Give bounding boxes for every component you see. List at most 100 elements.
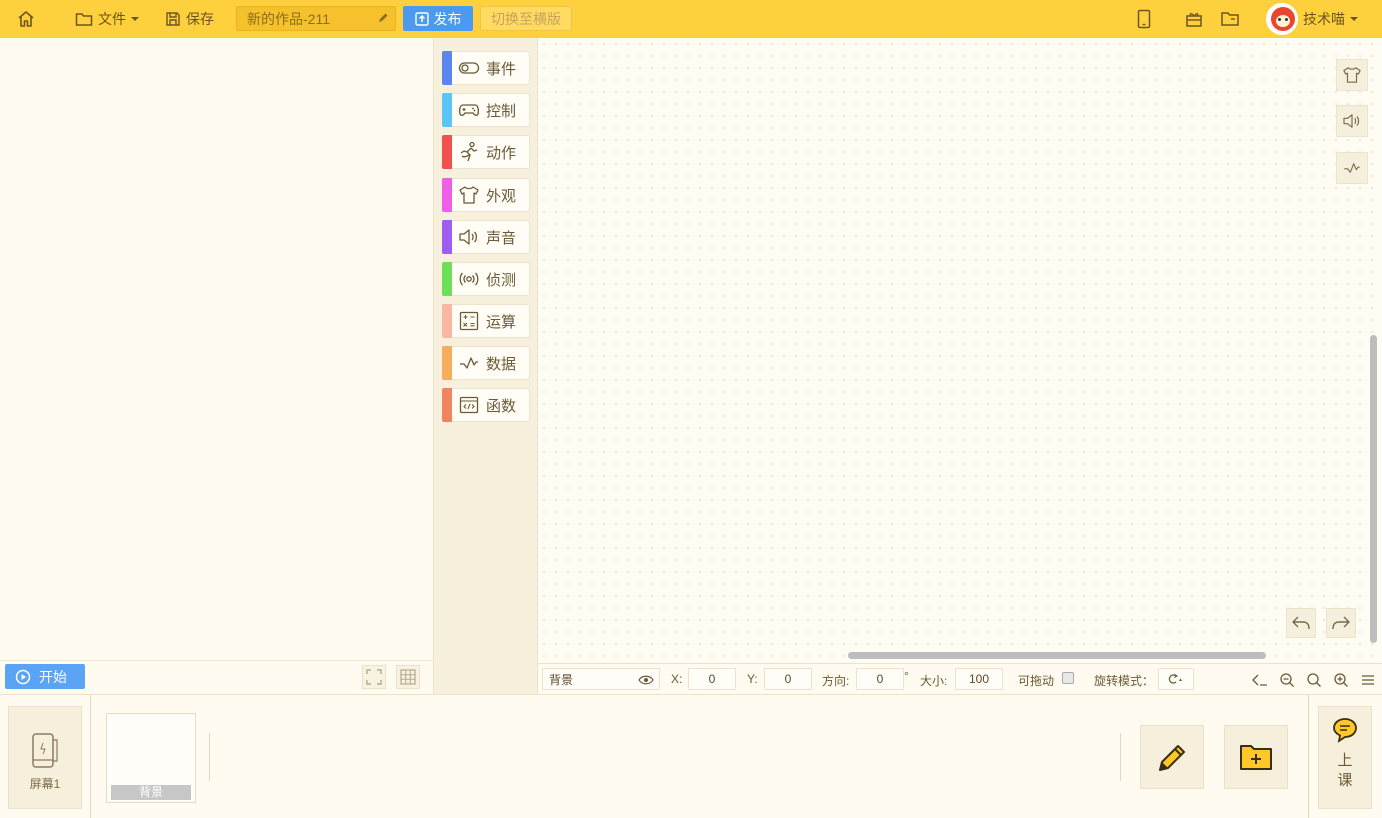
y-input[interactable]: 0 [764,668,812,690]
x-value: 0 [708,672,716,686]
stage-controls: 开始 [0,660,433,694]
category-looks[interactable]: 外观 [442,178,530,212]
redo-button[interactable] [1326,608,1356,638]
screen-card[interactable]: 屏幕1 [8,706,82,809]
divider [1120,733,1121,781]
category-color-bar [442,135,452,169]
collapse-panel-button[interactable] [1250,670,1270,690]
folder-icon [75,13,93,26]
upload-icon [414,11,429,26]
function-icon [458,394,480,416]
data-tab-button[interactable] [1336,152,1368,184]
paint-sprite-button[interactable] [1140,725,1204,789]
redo-icon [1332,616,1350,630]
rotation-mode-label: 旋转模式： [1094,674,1155,688]
caret-down-icon [131,17,139,21]
x-input[interactable]: 0 [688,668,736,690]
sprite-card-background[interactable]: 背景 [106,713,196,803]
draggable-label: 可拖动 [1018,674,1055,688]
phone-icon [32,733,58,768]
category-color-bar [442,51,452,85]
category-data[interactable]: 数据 [442,346,530,380]
file-menu-button[interactable]: 文件 [75,0,139,38]
category-events[interactable]: 事件 [442,51,530,85]
add-sprite-button[interactable] [1224,725,1288,789]
code-workspace[interactable] [538,38,1382,663]
switch-orientation-button[interactable]: 切换至横版 [480,6,572,31]
file-menu-label: 文件 [98,11,126,27]
direction-input[interactable]: 0 [856,668,904,690]
zoom-reset-button[interactable] [1304,670,1324,690]
search-icon [1307,673,1321,687]
sprite-property-bar: 背景 X: 0 Y: 0 方向: 0 ° 大小: 100 可拖动 旋转模式： [538,663,1382,694]
data-icon [1344,163,1360,173]
folder-open-icon [1221,12,1239,26]
category-label: 控制 [486,102,517,120]
category-operators[interactable]: 运算 [442,304,530,338]
horizontal-scrollbar[interactable] [848,652,1266,659]
category-label: 侦测 [486,271,517,289]
folder-add-icon [1240,745,1272,770]
zoom-out-button[interactable] [1277,670,1297,690]
play-icon [15,669,31,684]
draggable-checkbox[interactable] [1062,672,1074,684]
fullscreen-button[interactable] [362,665,386,689]
publish-label: 发布 [433,10,462,27]
sounds-tab-button[interactable] [1336,105,1368,137]
stage-canvas[interactable] [0,38,433,660]
rotation-mode-select[interactable] [1158,668,1194,690]
undo-button[interactable] [1286,608,1316,638]
costumes-tab-button[interactable] [1336,59,1368,91]
category-color-bar [442,220,452,254]
category-motion[interactable]: 动作 [442,135,530,169]
phone-icon [1137,9,1151,29]
category-label: 运算 [486,313,517,331]
size-label: 大小: [920,674,948,688]
project-title-field[interactable]: 新的作品-211 [236,6,396,31]
save-button[interactable]: 保存 [165,0,214,38]
switch-orientation-label: 切换至横版 [491,10,561,27]
size-input[interactable]: 100 [955,668,1003,690]
visibility-toggle[interactable] [636,670,656,690]
save-icon [166,12,180,26]
workspace-menu-button[interactable] [1358,670,1378,690]
user-menu[interactable]: 技术喵 [1266,0,1358,38]
divider [1308,695,1309,818]
gift-button[interactable] [1185,0,1203,38]
y-value: 0 [784,672,792,686]
category-label: 动作 [486,144,517,162]
home-button[interactable] [16,0,36,38]
grid-icon [400,669,416,685]
save-label: 保存 [186,11,214,27]
divider [90,695,91,818]
start-label: 开始 [39,668,67,685]
collapse-left-icon [1252,674,1267,686]
start-button[interactable]: 开始 [5,664,85,689]
vertical-scrollbar[interactable] [1370,335,1377,643]
category-sensing[interactable]: 侦测 [442,262,530,296]
toggle-icon [458,57,480,79]
undo-icon [1292,616,1310,630]
category-control[interactable]: 控制 [442,93,530,127]
project-title: 新的作品-211 [247,10,330,27]
category-color-bar [442,346,452,380]
size-value: 100 [968,672,990,686]
device-preview-button[interactable] [1136,0,1152,38]
zoom-in-button[interactable] [1331,670,1351,690]
publish-button[interactable]: 发布 [403,6,473,31]
category-label: 外观 [486,187,517,205]
category-label: 事件 [486,60,517,78]
category-color-bar [442,388,452,422]
projects-folder-button[interactable] [1220,0,1240,38]
category-functions[interactable]: 函数 [442,388,530,422]
screen-label: 屏幕1 [29,777,61,791]
sprite-card-label: 背景 [111,785,191,800]
pencil-icon [379,13,388,22]
category-sound[interactable]: 声音 [442,220,530,254]
x-label: X: [671,672,683,686]
menu-icon [1362,675,1374,685]
grid-toggle-button[interactable] [396,665,420,689]
data-icon [458,352,480,374]
class-button[interactable]: 上课 [1318,706,1372,809]
home-icon [18,11,34,27]
